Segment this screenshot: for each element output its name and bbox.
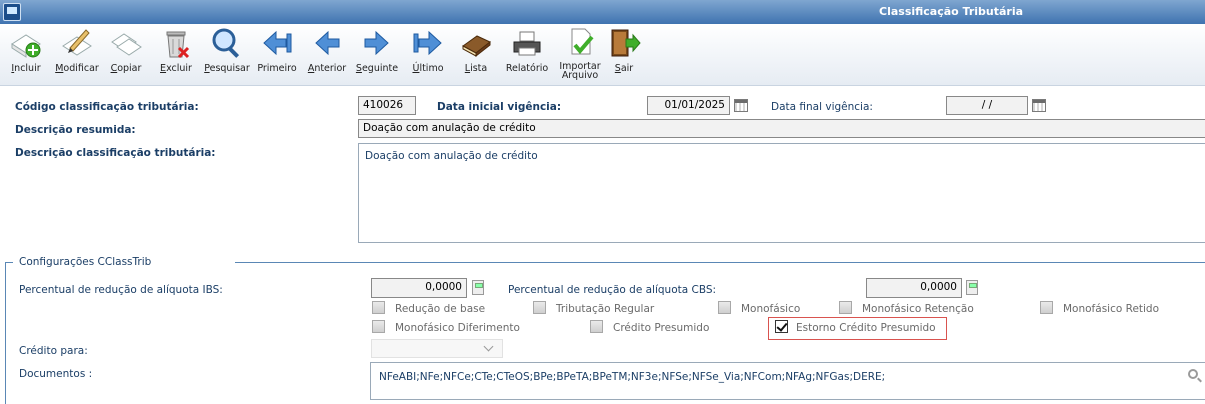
trash-icon <box>166 31 190 59</box>
config-section-title: Configurações CClassTrib <box>17 256 154 268</box>
relatorio-label: Relatório <box>505 63 549 74</box>
calendar-icon[interactable] <box>1032 99 1046 112</box>
incluir-label: Incluir <box>11 63 41 74</box>
cbs-input[interactable]: 0,0000 <box>866 278 962 298</box>
credito-presumido-checkbox[interactable] <box>590 320 603 333</box>
sair-button[interactable]: Sair <box>607 26 641 73</box>
descricao-resumida-input[interactable]: Doação com anulação de crédito <box>358 119 1205 138</box>
data-final-label: Data final vigência: <box>771 101 873 113</box>
primeiro-button[interactable]: Primeiro <box>255 26 299 73</box>
importar-label-2: Arquivo <box>561 70 599 81</box>
calculator-icon[interactable] <box>966 280 978 295</box>
monofasico-retido-checkbox[interactable] <box>1040 301 1053 314</box>
monofasico-retencao-checkbox[interactable] <box>839 301 852 314</box>
credito-para-select[interactable] <box>371 339 503 358</box>
descricao-label: Descrição classificação tributária: <box>15 147 216 159</box>
tributacao-regular-checkbox[interactable] <box>533 301 546 314</box>
descricao-textarea[interactable]: Doação com anulação de crédito <box>358 143 1205 243</box>
first-arrow-icon <box>263 30 292 56</box>
toolbar: Incluir Modificar Copiar Excluir Pesquis… <box>0 24 1205 86</box>
lista-label: Lista <box>464 63 488 74</box>
pesquisar-label: Pesquisar <box>204 63 250 74</box>
documentos-field[interactable]: NFeABI;NFe;NFCe;CTe;CTeOS;BPe;BPeTA;BPeT… <box>370 362 1205 400</box>
ultimo-button[interactable]: Último <box>406 26 450 73</box>
seguinte-button[interactable]: Seguinte <box>355 26 399 73</box>
chevron-down-icon <box>483 341 494 352</box>
codigo-label: Código classificação tributária: <box>15 101 199 113</box>
title-bar: Classificação Tributária <box>0 0 1205 24</box>
reducao-base-checkbox[interactable] <box>372 301 385 314</box>
anterior-label: Anterior <box>307 63 347 74</box>
search-icon[interactable] <box>1188 369 1198 379</box>
modificar-label: Modificar <box>55 63 99 74</box>
monofasico-diferimento-checkbox[interactable] <box>372 320 385 333</box>
monofasico-retido-label: Monofásico Retido <box>1063 303 1160 315</box>
excluir-button[interactable]: Excluir <box>156 26 196 73</box>
sair-label: Sair <box>614 63 634 74</box>
monofasico-label: Monofásico <box>741 303 801 315</box>
estorno-credito-presumido-label: Estorno Crédito Presumido <box>796 322 936 334</box>
data-inicial-label: Data inicial vigência: <box>437 101 562 113</box>
exit-door-icon <box>611 29 641 57</box>
codigo-input[interactable]: 410026 <box>358 96 416 115</box>
edit-document-icon <box>62 29 92 56</box>
importar-arquivo-button[interactable]: Importar Arquivo <box>558 26 602 80</box>
monofasico-diferimento-label: Monofásico Diferimento <box>395 322 520 334</box>
data-inicial-input[interactable]: 01/01/2025 <box>647 96 730 115</box>
tributacao-regular-label: Tributação Regular <box>556 303 655 315</box>
window-title: Classificação Tributária <box>879 5 1024 18</box>
reducao-base-label: Redução de base <box>395 303 486 315</box>
section-border <box>5 262 13 404</box>
incluir-button[interactable]: Incluir <box>5 26 47 73</box>
data-final-input[interactable]: / / <box>946 96 1028 115</box>
modificar-button[interactable]: Modificar <box>53 26 101 73</box>
add-document-icon <box>11 34 41 58</box>
calendar-icon[interactable] <box>734 99 748 112</box>
ibs-input[interactable]: 0,0000 <box>371 278 467 298</box>
credito-para-label: Crédito para: <box>19 345 88 357</box>
documentos-label: Documentos : <box>19 368 93 380</box>
ibs-label: Percentual de redução de alíquota IBS: <box>19 284 223 296</box>
excluir-label: Excluir <box>160 63 192 74</box>
form-area: Código classificação tributária: 410026 … <box>0 86 1205 404</box>
ultimo-label: Último <box>412 63 444 74</box>
descricao-resumida-label: Descrição resumida: <box>15 124 136 136</box>
printer-icon <box>513 31 541 56</box>
next-arrow-icon <box>364 30 389 56</box>
relatorio-button[interactable]: Relatório <box>505 26 549 73</box>
estorno-credito-presumido-checkbox[interactable] <box>775 320 788 333</box>
app-icon <box>3 3 21 21</box>
cbs-label: Percentual de redução de alíquota CBS: <box>508 284 717 296</box>
copiar-button[interactable]: Copiar <box>106 26 146 73</box>
copiar-label: Copiar <box>110 63 142 74</box>
magnifier-icon <box>212 28 240 58</box>
section-divider <box>235 262 1205 263</box>
import-file-icon <box>571 28 594 55</box>
primeiro-label: Primeiro <box>257 63 297 74</box>
credito-presumido-label: Crédito Presumido <box>613 322 710 334</box>
seguinte-label: Seguinte <box>355 63 399 74</box>
monofasico-checkbox[interactable] <box>718 301 731 314</box>
prev-arrow-icon <box>315 30 340 56</box>
calculator-icon[interactable] <box>472 280 484 295</box>
lista-button[interactable]: Lista <box>456 26 496 73</box>
last-arrow-icon <box>413 30 442 56</box>
book-icon <box>462 35 491 58</box>
pesquisar-button[interactable]: Pesquisar <box>204 26 250 73</box>
monofasico-retencao-label: Monofásico Retenção <box>862 303 974 315</box>
anterior-button[interactable]: Anterior <box>305 26 349 73</box>
copy-document-icon <box>111 33 142 56</box>
